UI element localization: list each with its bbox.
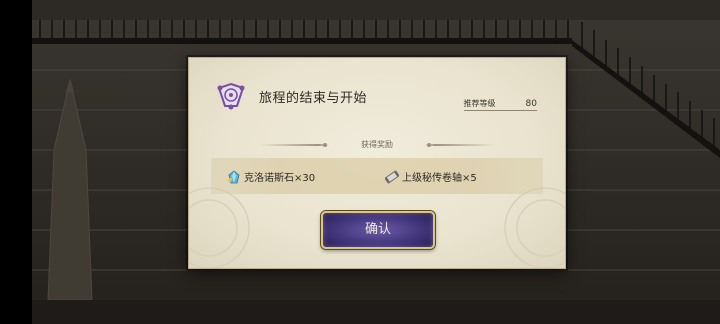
- quest-result-dialog: 旅程的结束与开始 推荐等级 80 获得奖励 克洛诺斯石×30 上级秘传卷轴×5 …: [188, 57, 566, 269]
- confirm-button[interactable]: 确认: [321, 211, 435, 249]
- divider-right-ornament: [425, 143, 495, 147]
- title-row: 旅程的结束与开始: [215, 80, 367, 112]
- scroll-icon: [385, 170, 399, 183]
- reward-name: 上级秘传卷轴×5: [402, 173, 477, 184]
- recommended-level-label: 推荐等级: [463, 99, 496, 108]
- quest-emblem-icon: [217, 82, 245, 110]
- recommended-level: 推荐等级 80: [463, 98, 537, 111]
- screen-bezel: [0, 0, 32, 324]
- reward-item[interactable]: 上级秘传卷轴×5: [385, 169, 477, 184]
- rewards-list: 克洛诺斯石×30 上级秘传卷轴×5: [211, 158, 543, 194]
- quest-title: 旅程的结束与开始: [259, 90, 368, 106]
- reward-name: 克洛诺斯石×30: [244, 173, 316, 184]
- kronos-stone-icon: [228, 169, 240, 183]
- reward-item[interactable]: 克洛诺斯石×30: [227, 169, 315, 184]
- recommended-level-value: 80: [525, 99, 537, 109]
- rewards-divider: 获得奖励: [259, 138, 495, 152]
